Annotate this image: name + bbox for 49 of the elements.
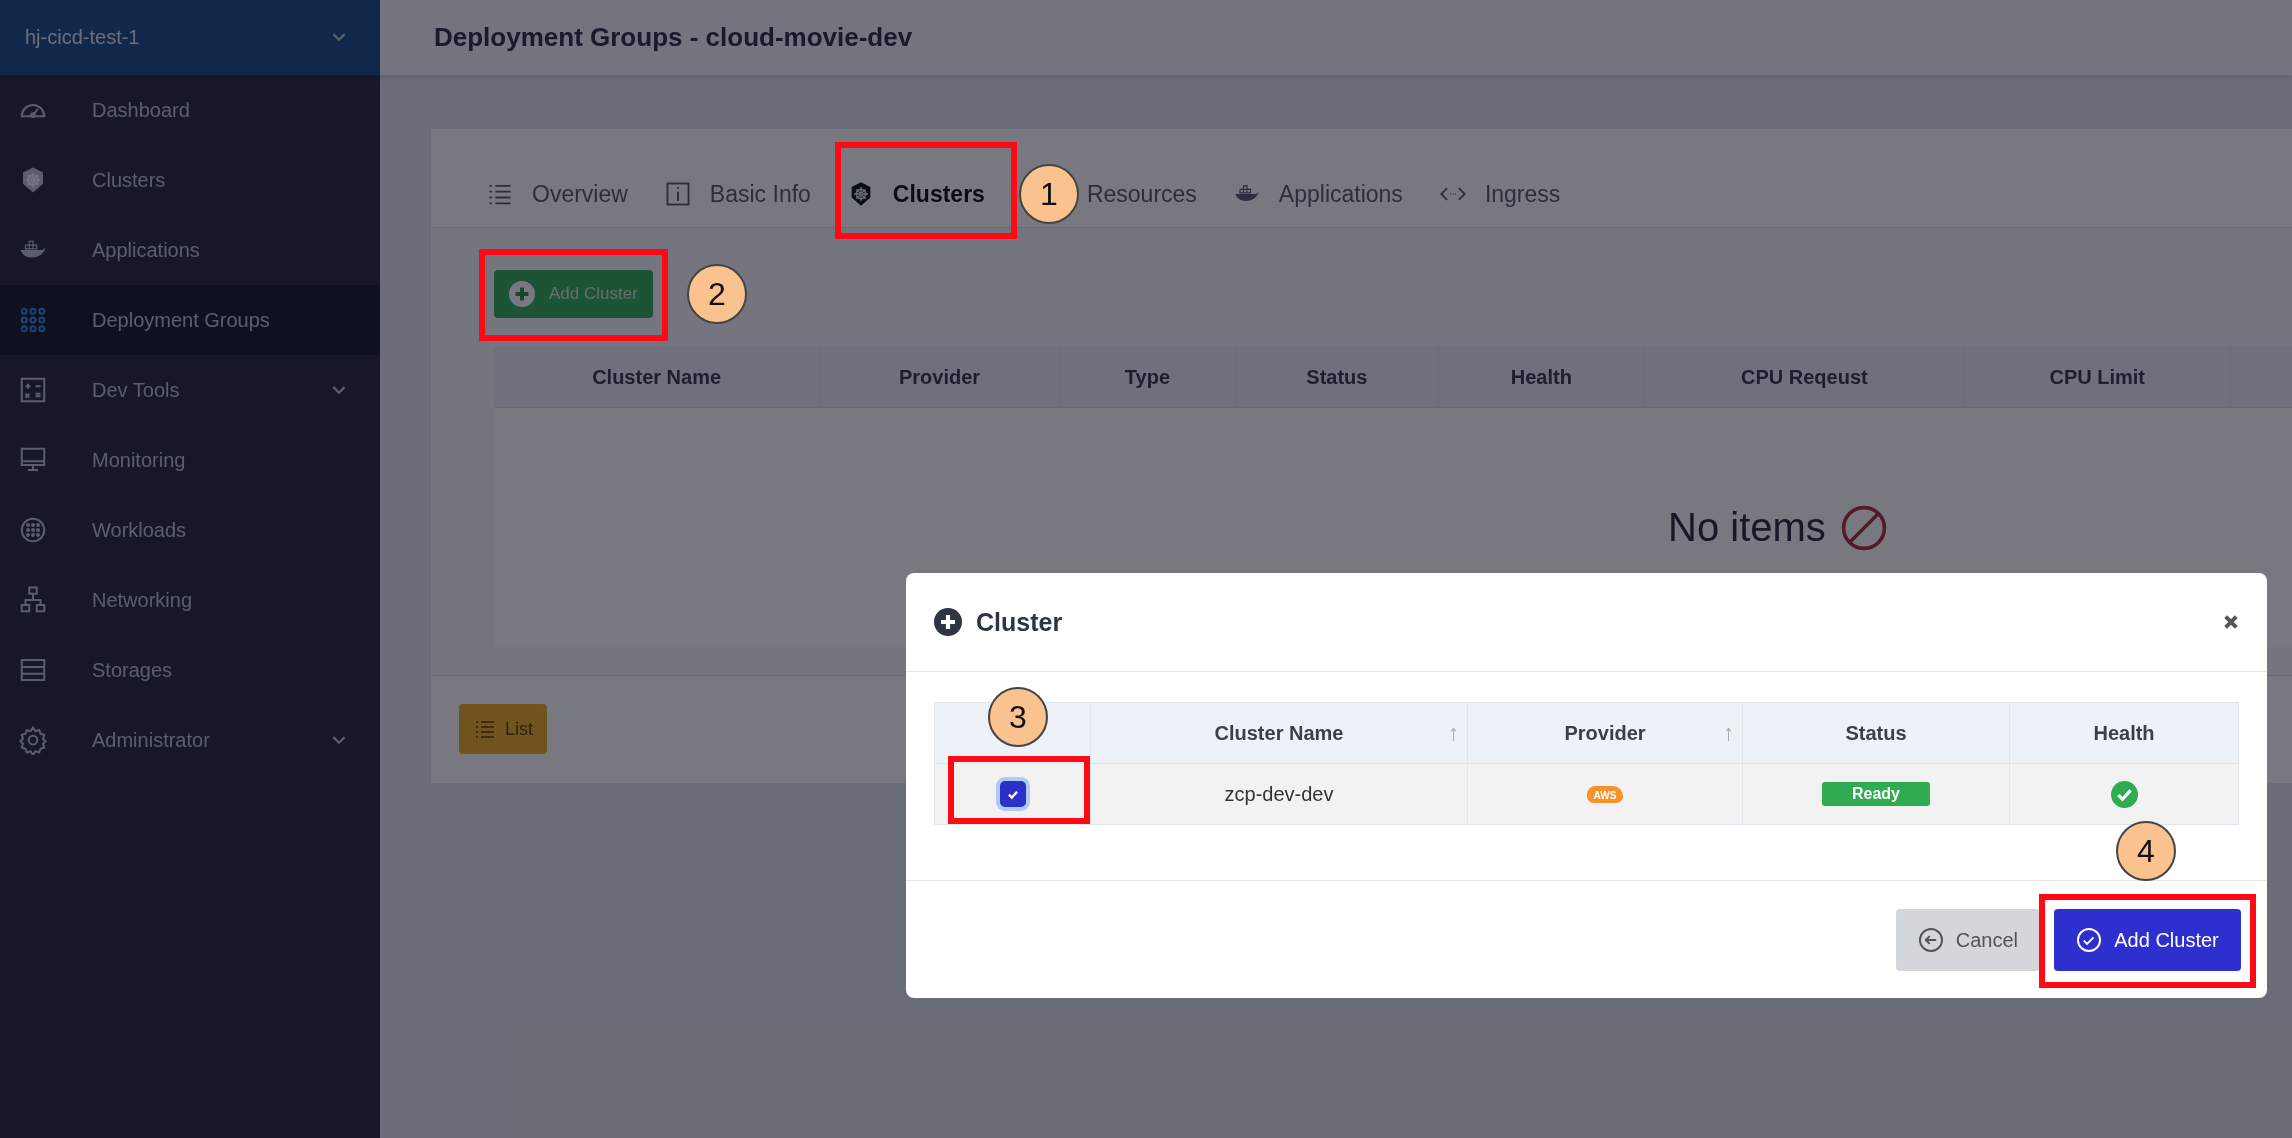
sidebar-item[interactable]: Networking xyxy=(0,565,380,635)
empty-message: No items xyxy=(1668,505,1826,550)
sidebar-item[interactable]: Monitoring xyxy=(0,425,380,495)
column-header: Status xyxy=(1235,347,1439,407)
step-number: 2 xyxy=(686,264,747,324)
step-number: 3 xyxy=(988,687,1048,747)
sidebar-item-label: Storages xyxy=(92,658,174,682)
sidebar-item[interactable]: Workloads xyxy=(0,495,380,565)
sidebar-item[interactable]: Applications xyxy=(0,215,380,285)
column-header: CPU Limit xyxy=(1964,347,2231,407)
column-header: Health xyxy=(1438,347,1645,407)
sidebar-item-label: Deployment Groups xyxy=(92,308,271,332)
cancel-button[interactable]: Cancel xyxy=(1895,909,2040,971)
sidebar-item-label: Clusters xyxy=(92,168,167,192)
status-tag: Ready xyxy=(1822,782,1930,806)
sidebar-item-label: Networking xyxy=(92,588,194,612)
sidebar-item-label: Dev Tools xyxy=(92,378,181,402)
tab[interactable]: Basic Info xyxy=(663,161,811,227)
sidebar-item[interactable]: Clusters xyxy=(0,145,380,215)
sidebar-item-label: Monitoring xyxy=(92,448,187,472)
column-header[interactable]: Health xyxy=(2010,703,2238,763)
sidebar-item-label: Applications xyxy=(92,238,201,262)
sidebar-item[interactable]: Dev Tools xyxy=(0,355,380,425)
table-cell: zcp-dev-dev xyxy=(1091,764,1468,824)
sidebar-item[interactable]: Administrator xyxy=(0,705,380,775)
tab[interactable]: Ingress xyxy=(1438,161,1561,227)
sidebar-item[interactable]: Dashboard xyxy=(0,75,380,145)
sidebar-item[interactable]: Deployment Groups xyxy=(0,285,380,355)
tab[interactable]: Overview xyxy=(486,161,628,227)
page-title: Deployment Groups - cloud-movie-dev xyxy=(434,22,913,53)
sidebar-item-label: Workloads xyxy=(92,518,188,542)
column-header: CPU Reqeust xyxy=(1644,347,1965,407)
cloud-logo: AWS xyxy=(1586,785,1624,803)
step-number: 1 xyxy=(1018,164,1079,224)
sidebar-item[interactable]: Storages xyxy=(0,635,380,705)
sort-arrow[interactable]: ↑ xyxy=(1723,720,1734,746)
column-header: Type xyxy=(1059,347,1236,407)
tab[interactable]: Applications xyxy=(1232,161,1403,227)
add-cluster-button[interactable]: Add Cluster xyxy=(494,270,653,318)
add-cluster-button[interactable]: Add Cluster xyxy=(2054,909,2241,971)
dialog-title: Cluster xyxy=(976,607,1064,637)
sort-arrow[interactable]: ↑ xyxy=(1448,720,1459,746)
list-button[interactable]: List xyxy=(459,704,547,754)
step-number: 4 xyxy=(2116,821,2176,881)
column-header: Cluster Name xyxy=(494,347,821,407)
sidebar-item-label: Dashboard xyxy=(92,98,191,122)
sidebar-item-label: Administrator xyxy=(92,728,211,752)
project-selector[interactable]: hj-cicd-test-1 xyxy=(0,0,380,75)
column-header: Provider xyxy=(820,347,1060,407)
